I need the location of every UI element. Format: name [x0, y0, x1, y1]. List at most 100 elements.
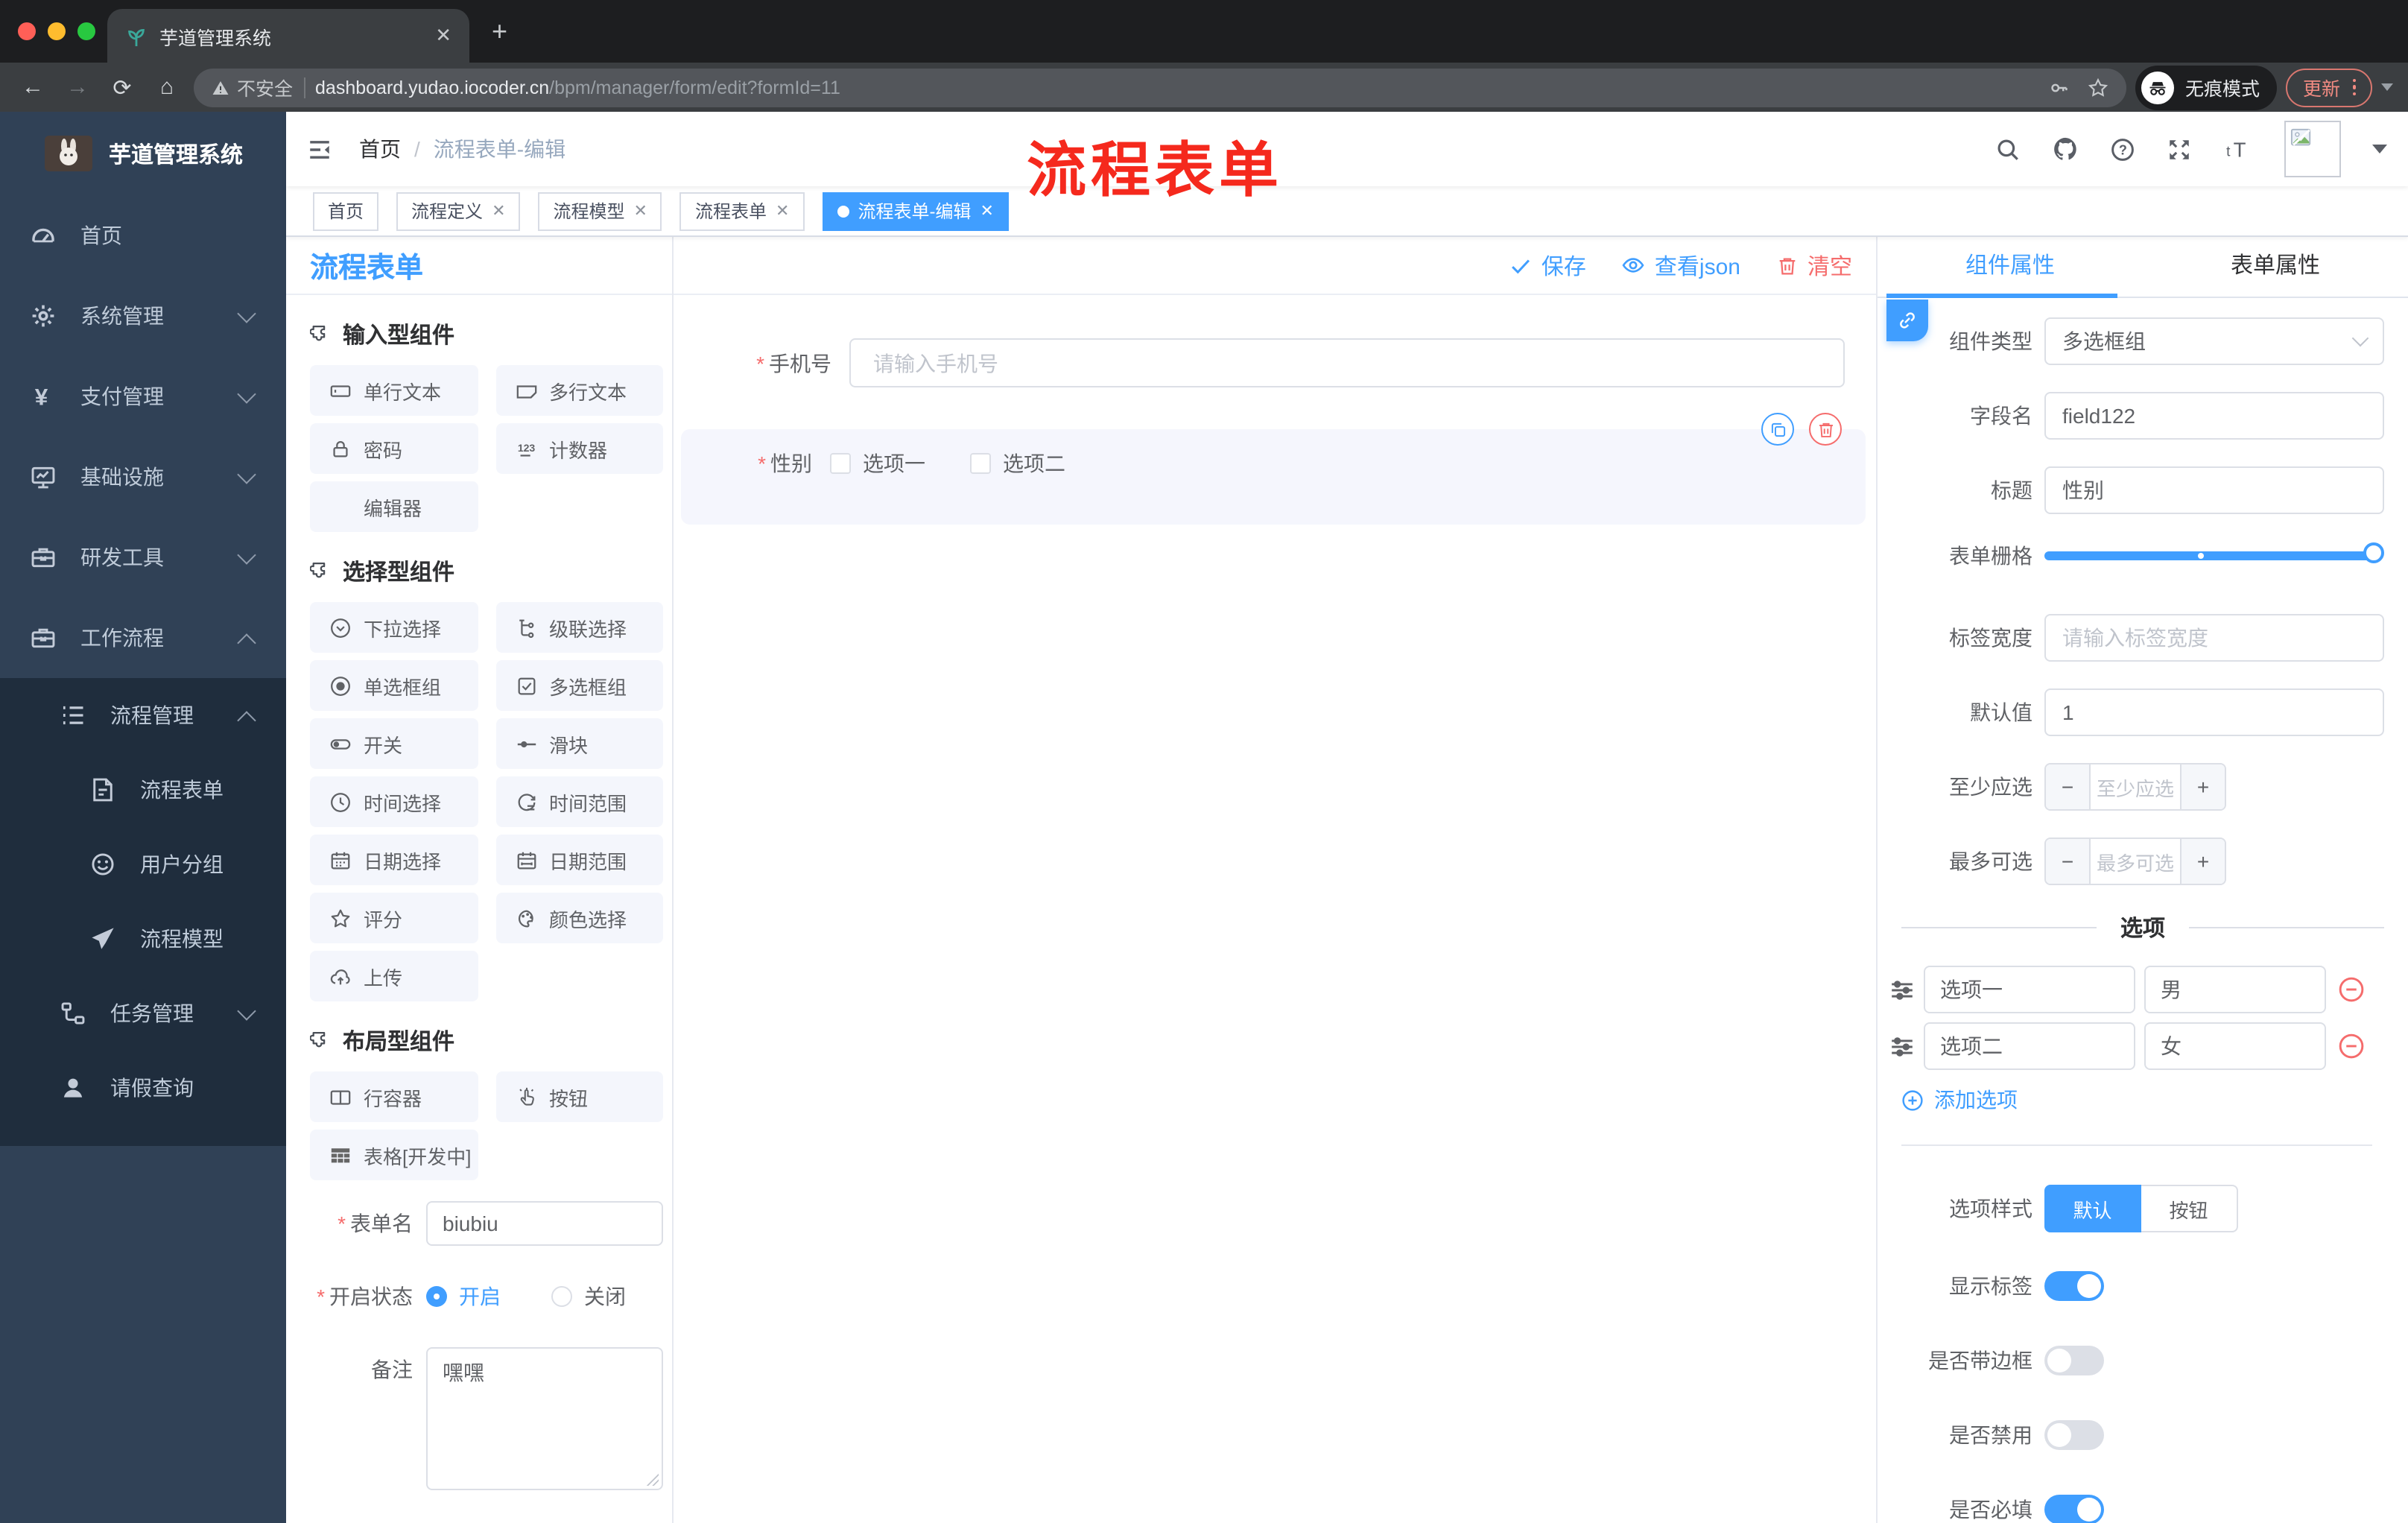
canvas-field-gender-selected[interactable]: * 性别 选项一 选项二 — [681, 413, 1866, 525]
status-on-label[interactable]: 开启 — [459, 1274, 501, 1319]
option-value-input[interactable] — [2144, 966, 2326, 1013]
component-chip-button[interactable]: 按钮 — [495, 1071, 663, 1122]
plus-button[interactable]: + — [2180, 839, 2225, 884]
gender-option1-label[interactable]: 选项一 — [863, 449, 925, 478]
sidebar-item-leave-query[interactable]: 请假查询 — [0, 1051, 286, 1125]
close-icon[interactable]: ✕ — [634, 201, 647, 221]
style-button-button[interactable]: 按钮 — [2141, 1185, 2238, 1232]
sidebar-item-infrastructure[interactable]: 基础设施 — [0, 437, 286, 517]
view-json-button[interactable]: 查看json — [1622, 250, 1740, 281]
status-off-radio[interactable] — [551, 1286, 572, 1307]
disabled-toggle-off[interactable] — [2044, 1420, 2104, 1450]
toolbar-overflow-caret-icon[interactable] — [2381, 83, 2393, 97]
min-select-stepper[interactable]: − 至少应选 + — [2044, 763, 2226, 811]
close-icon[interactable]: ✕ — [492, 201, 505, 221]
drag-handle-icon[interactable] — [1889, 1033, 1915, 1059]
browser-tab[interactable]: 芋道管理系统 ✕ — [107, 9, 469, 63]
default-value-input[interactable] — [2044, 688, 2384, 736]
form-remark-textarea[interactable]: 嘿嘿 — [426, 1347, 663, 1490]
form-grid-slider[interactable] — [2044, 542, 2384, 563]
window-controls[interactable] — [18, 22, 95, 40]
collapse-sidebar-icon[interactable] — [307, 136, 332, 162]
tag-home[interactable]: 首页 — [313, 191, 379, 230]
password-key-icon[interactable] — [2050, 77, 2070, 98]
tag-process-model[interactable]: 流程模型 ✕ — [538, 191, 662, 230]
plus-button[interactable]: + — [2180, 764, 2225, 809]
bookmark-star-icon[interactable] — [2088, 77, 2109, 98]
option-value-input[interactable] — [2144, 1022, 2326, 1070]
component-chip-cascader[interactable]: 级联选择 — [495, 602, 663, 653]
new-tab-button[interactable]: + — [492, 18, 507, 45]
phone-input[interactable]: 请输入手机号 — [849, 338, 1845, 387]
sidebar-item-payment[interactable]: 支付管理 — [0, 356, 286, 437]
component-chip-multi-text[interactable]: 多行文本 — [495, 365, 663, 416]
security-warning[interactable]: 不安全 — [212, 73, 293, 101]
required-toggle-on[interactable] — [2044, 1495, 2104, 1523]
status-on-radio[interactable] — [426, 1286, 447, 1307]
avatar-caret-icon[interactable] — [2372, 145, 2387, 161]
component-chip-password[interactable]: 密码 — [310, 423, 478, 474]
status-off-label[interactable]: 关闭 — [584, 1274, 626, 1319]
component-chip-editor[interactable]: 编辑器 — [310, 481, 478, 532]
close-window-button[interactable] — [18, 22, 36, 40]
style-default-button[interactable]: 默认 — [2044, 1185, 2141, 1232]
browser-menu-icon[interactable] — [2352, 78, 2356, 96]
forward-button[interactable]: → — [60, 75, 95, 100]
tag-process-form-edit-active[interactable]: 流程表单-编辑 ✕ — [822, 191, 1009, 230]
back-button[interactable]: ← — [15, 75, 51, 100]
option-label-input[interactable] — [1924, 1022, 2135, 1070]
component-chip-rate[interactable]: 评分 — [310, 893, 478, 943]
title-input[interactable] — [2044, 466, 2384, 514]
gender-option2-checkbox[interactable] — [970, 453, 991, 474]
close-icon[interactable]: ✕ — [776, 201, 789, 221]
component-chip-table[interactable]: 表格[开发中] — [310, 1130, 478, 1180]
sidebar-item-workflow[interactable]: 工作流程 — [0, 598, 286, 678]
component-chip-checkbox-group[interactable]: 多选框组 — [495, 660, 663, 711]
minus-button[interactable]: − — [2046, 839, 2091, 884]
show-label-toggle-on[interactable] — [2044, 1271, 2104, 1301]
fullscreen-icon[interactable] — [2167, 136, 2192, 162]
sidebar-item-process-model[interactable]: 流程模型 — [0, 902, 286, 976]
tab-form-props[interactable]: 表单属性 — [2143, 237, 2408, 297]
reload-button[interactable]: ⟳ — [104, 74, 140, 101]
component-chip-upload[interactable]: 上传 — [310, 951, 478, 1001]
component-chip-slider[interactable]: 滑块 — [495, 718, 663, 769]
sidebar-item-task-mgmt[interactable]: 任务管理 — [0, 976, 286, 1051]
component-chip-counter[interactable]: 计数器 — [495, 423, 663, 474]
sidebar-item-home[interactable]: 首页 — [0, 195, 286, 276]
tab-component-props[interactable]: 组件属性 — [1878, 237, 2143, 297]
help-icon[interactable] — [2110, 136, 2135, 162]
tag-process-form[interactable]: 流程表单 ✕ — [679, 191, 805, 230]
sidebar-item-devtools[interactable]: 研发工具 — [0, 517, 286, 598]
browser-update-button[interactable]: 更新 — [2286, 68, 2372, 107]
component-chip-dropdown[interactable]: 下拉选择 — [310, 602, 478, 653]
close-icon[interactable]: ✕ — [980, 201, 993, 221]
remove-option-icon[interactable] — [2338, 1033, 2365, 1060]
component-chip-date-picker[interactable]: 日期选择 — [310, 835, 478, 885]
bordered-toggle-off[interactable] — [2044, 1346, 2104, 1375]
link-drawer-handle[interactable] — [1886, 300, 1928, 341]
github-icon[interactable] — [2052, 136, 2079, 162]
sidebar-item-system[interactable]: 系统管理 — [0, 276, 286, 356]
tab-close-icon[interactable]: ✕ — [435, 24, 452, 48]
zoom-window-button[interactable] — [77, 22, 95, 40]
field-name-input[interactable] — [2044, 392, 2384, 440]
avatar[interactable] — [2284, 121, 2341, 177]
component-chip-radio-group[interactable]: 单选框组 — [310, 660, 478, 711]
home-button[interactable]: ⌂ — [149, 75, 185, 100]
sidebar-item-user-group[interactable]: 用户分组 — [0, 827, 286, 902]
save-button[interactable]: 保存 — [1510, 250, 1586, 281]
component-chip-row-container[interactable]: 行容器 — [310, 1071, 478, 1122]
minus-button[interactable]: − — [2046, 764, 2091, 809]
remove-option-icon[interactable] — [2338, 976, 2365, 1003]
add-option-button[interactable]: 添加选项 — [1901, 1085, 2384, 1115]
drag-handle-icon[interactable] — [1889, 977, 1915, 1002]
sidebar-item-process-mgmt[interactable]: 流程管理 — [0, 678, 286, 753]
minimize-window-button[interactable] — [48, 22, 66, 40]
component-chip-time-range[interactable]: 时间范围 — [495, 776, 663, 827]
max-select-stepper[interactable]: − 最多可选 + — [2044, 838, 2226, 885]
slider-handle[interactable] — [2363, 542, 2384, 563]
component-chip-switch[interactable]: 开关 — [310, 718, 478, 769]
component-type-select[interactable]: 多选框组 — [2044, 317, 2384, 365]
duplicate-widget-button[interactable] — [1761, 413, 1794, 446]
